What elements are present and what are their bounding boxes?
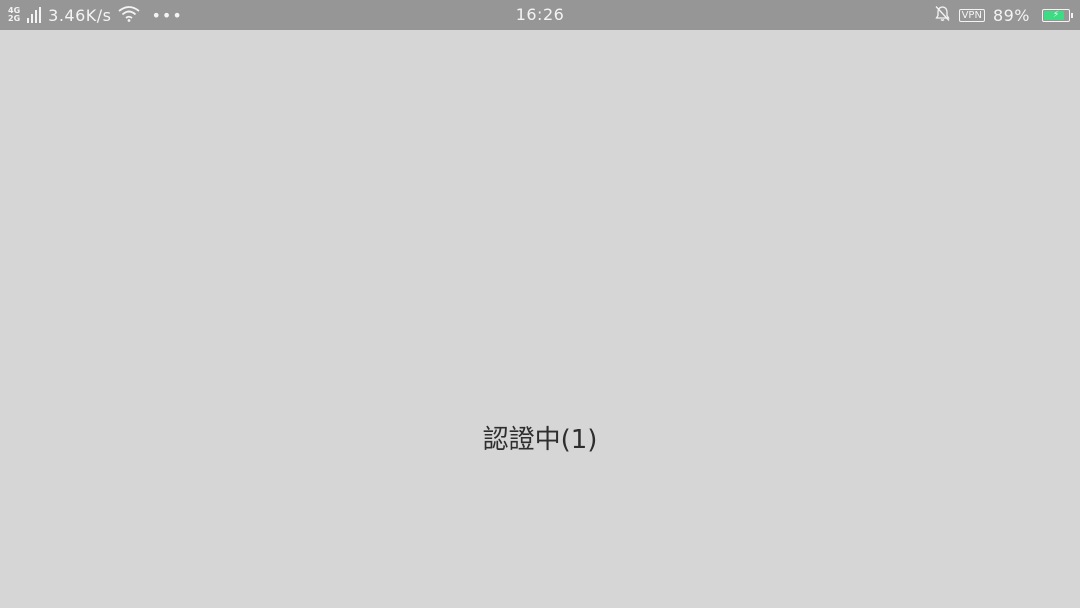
- screen: 4G 2G 3.46K/s ••• 16:26 VPN 89% ⚡ 認證中(1): [0, 0, 1080, 608]
- silent-bell-icon: [934, 5, 951, 26]
- battery-percentage: 89%: [992, 5, 1030, 25]
- status-bar-time: 16:26: [515, 5, 565, 24]
- status-bar-right: VPN 89% ⚡: [934, 0, 1073, 30]
- authentication-status-text: 認證中(1): [482, 425, 598, 455]
- charging-bolt-icon: ⚡: [1052, 9, 1060, 20]
- vpn-icon: VPN: [958, 8, 985, 22]
- status-bar: 4G 2G 3.46K/s ••• 16:26 VPN 89% ⚡: [0, 0, 1080, 30]
- battery-nub: [1071, 12, 1073, 18]
- battery-charging-icon: ⚡: [1042, 8, 1073, 22]
